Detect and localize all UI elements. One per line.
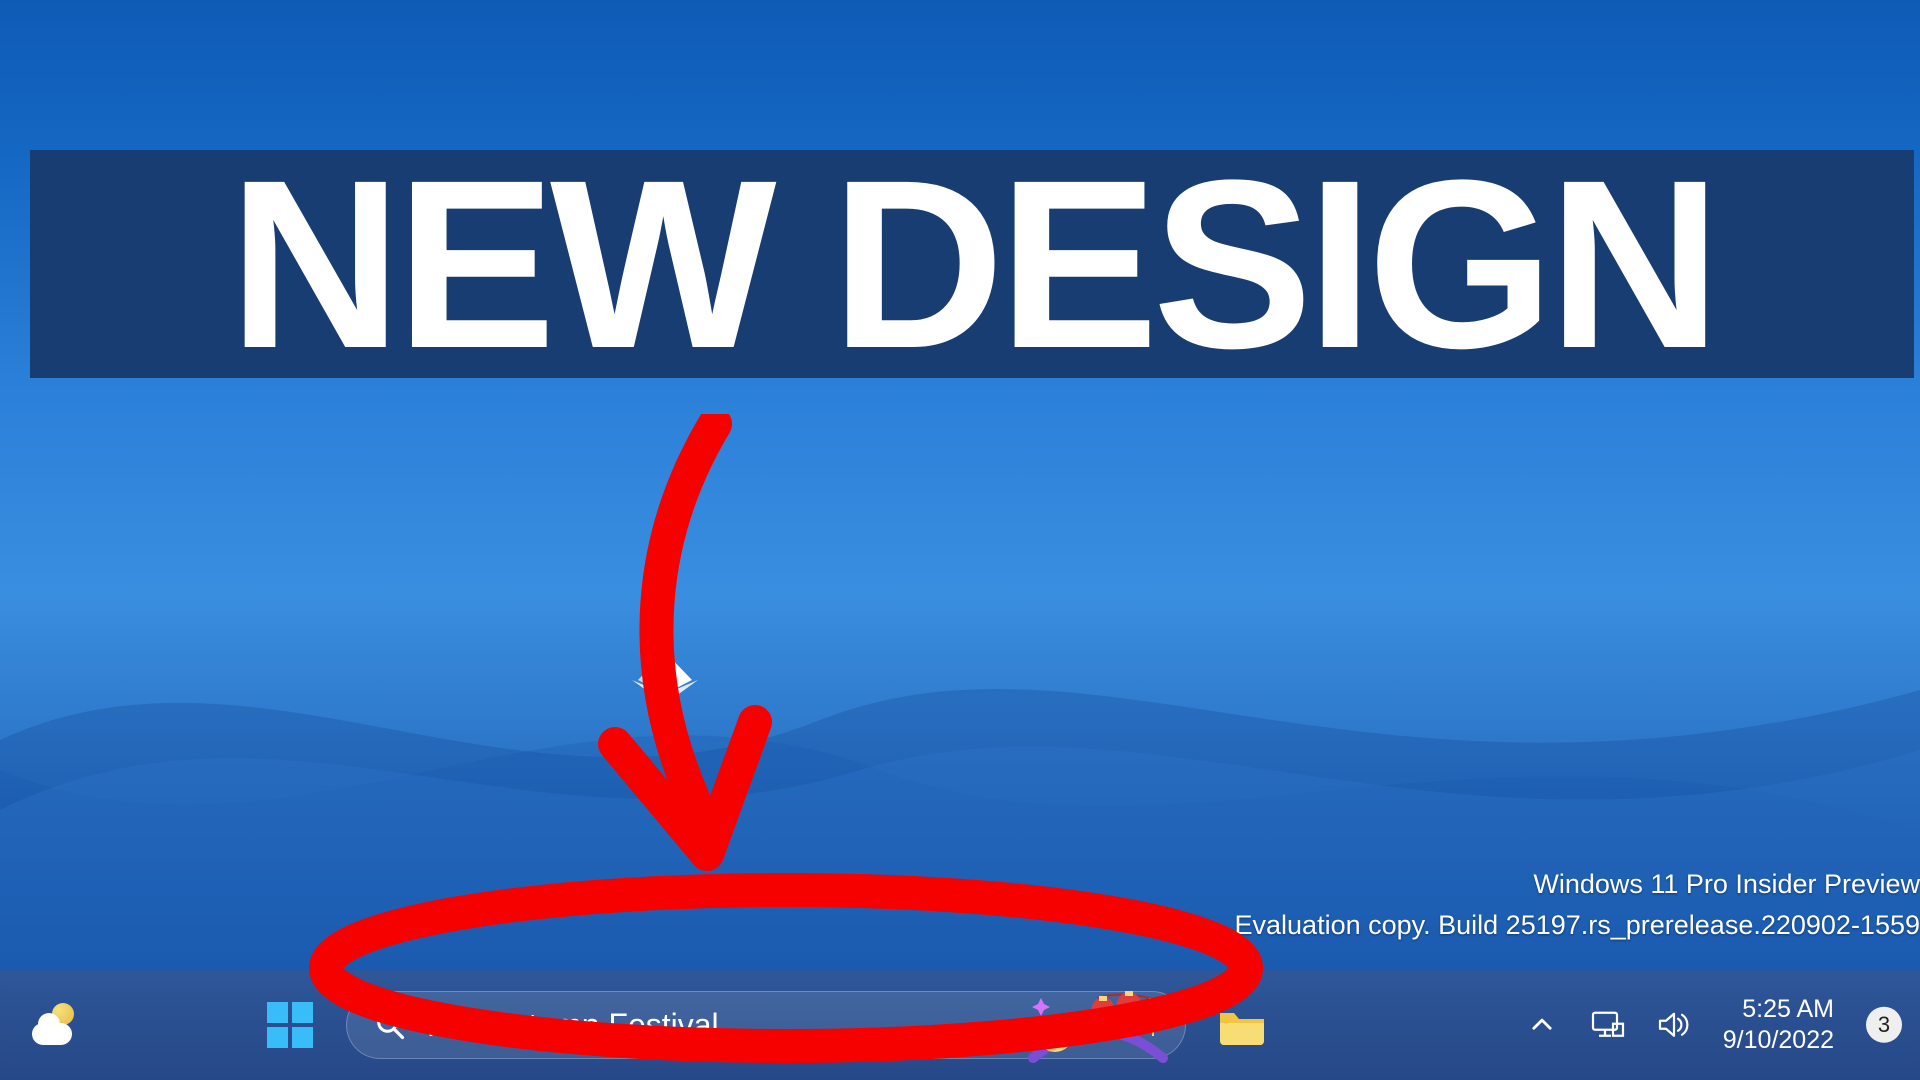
start-button[interactable] — [258, 993, 322, 1057]
notification-count: 3 — [1878, 1012, 1890, 1038]
watermark-line1: Windows 11 Pro Insider Preview — [1235, 864, 1920, 905]
search-highlight-illustration — [1023, 986, 1173, 1066]
chevron-up-icon — [1528, 1011, 1556, 1039]
system-tray: 5:25 AM 9/10/2022 3 — [1525, 994, 1902, 1057]
file-explorer-button[interactable] — [1210, 993, 1274, 1057]
search-icon — [375, 1010, 405, 1040]
widgets-button[interactable] — [20, 993, 84, 1057]
taskbar-center: Mid-Autumn Festival — [258, 991, 1274, 1059]
network-button[interactable] — [1591, 1008, 1625, 1042]
taskbar-search[interactable]: Mid-Autumn Festival — [346, 991, 1186, 1059]
speaker-icon — [1657, 1010, 1691, 1040]
volume-button[interactable] — [1657, 1008, 1691, 1042]
tray-time: 5:25 AM — [1723, 994, 1834, 1025]
folder-icon — [1218, 1005, 1266, 1045]
taskbar: Mid-Autumn Festival — [0, 970, 1920, 1080]
weather-icon — [28, 1001, 76, 1049]
tray-overflow-button[interactable] — [1525, 1008, 1559, 1042]
notification-center-button[interactable]: 3 — [1866, 1007, 1902, 1043]
monitor-icon — [1591, 1010, 1625, 1040]
headline-banner: NEW DESIGN — [30, 150, 1914, 378]
annotation-arrow — [545, 414, 785, 889]
tray-date: 9/10/2022 — [1723, 1025, 1834, 1056]
watermark-line2: Evaluation copy. Build 25197.rs_prerelea… — [1235, 905, 1920, 946]
windows-logo-icon — [267, 1002, 313, 1048]
desktop-watermark: Windows 11 Pro Insider Preview Evaluatio… — [1235, 864, 1920, 945]
clock-button[interactable]: 5:25 AM 9/10/2022 — [1723, 994, 1834, 1057]
